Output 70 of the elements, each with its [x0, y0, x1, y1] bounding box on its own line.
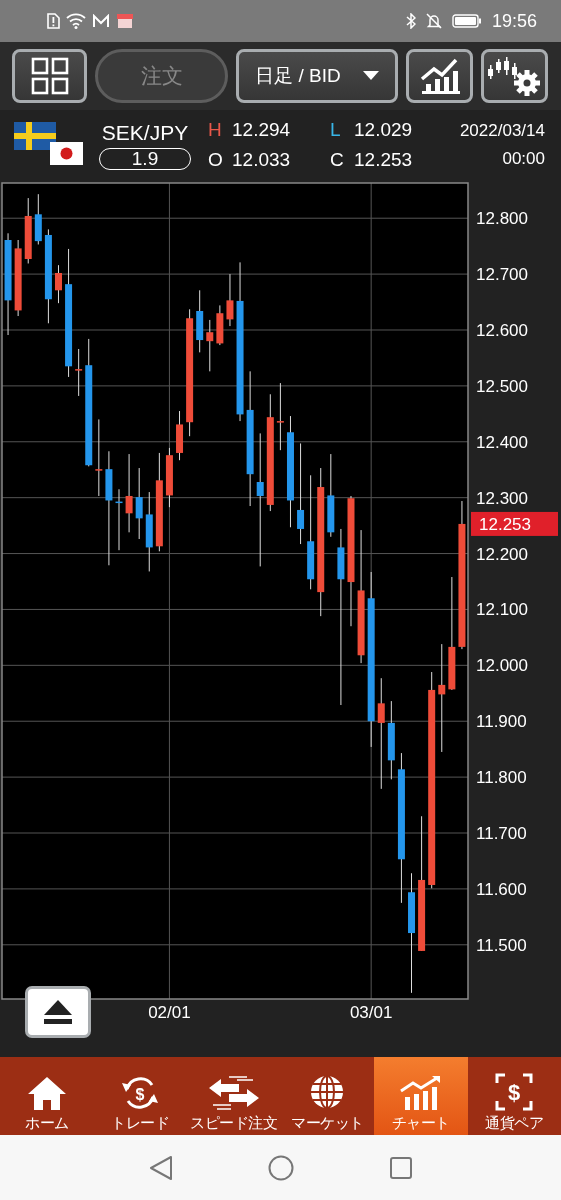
stat-label: O	[208, 149, 222, 171]
clock-text: 19:56	[491, 10, 537, 32]
axis-label: 03/01	[349, 1003, 393, 1022]
candlestick	[34, 193, 42, 245]
chart-settings-button[interactable]	[481, 49, 548, 103]
mail-icon	[92, 14, 110, 28]
stat-label: H	[208, 119, 222, 141]
candlestick	[216, 304, 224, 346]
candlestick	[165, 447, 173, 508]
axis-label: 02/01	[148, 1003, 191, 1022]
candles-gear-icon	[486, 55, 543, 97]
stat-value: 12.253	[354, 149, 413, 171]
chart-type-button[interactable]	[406, 49, 473, 103]
nav-tab[interactable]: $ トレード	[93, 1057, 187, 1135]
eject-icon	[43, 999, 73, 1025]
axis-label: 12.600	[476, 321, 528, 340]
axis-label: 12.400	[476, 432, 528, 452]
candlestick	[115, 488, 123, 551]
nav-tab[interactable]: スピード注文	[187, 1057, 281, 1135]
candlestick	[206, 319, 214, 372]
price-tag-text: 12.253	[479, 515, 531, 535]
bar-chart-trend-icon	[419, 57, 460, 95]
nav-tab[interactable]: ホーム	[0, 1057, 94, 1135]
axis-label: 12.000	[476, 656, 528, 676]
candlestick	[176, 410, 183, 461]
box-icon	[116, 13, 134, 29]
quote-date: 2022/03/14	[459, 121, 545, 141]
back-icon[interactable]	[148, 1154, 173, 1181]
stat-value: 12.029	[354, 119, 413, 141]
axis-label: 12.200	[476, 544, 528, 564]
candlestick	[276, 382, 284, 451]
axis-label: 11.500	[476, 935, 527, 955]
axis-label: 12.500	[476, 376, 528, 396]
stat-value: 12.294	[232, 119, 291, 141]
currency-pair: SEK/JPY	[101, 120, 189, 145]
caret-icon	[362, 71, 379, 81]
axis-label: 11.700	[476, 824, 527, 843]
house-icon	[26, 1075, 67, 1111]
axis-label: 11.800	[476, 768, 527, 788]
candlestick	[55, 264, 62, 304]
bell-muted-icon	[425, 13, 442, 29]
collapse-button[interactable]	[25, 986, 91, 1038]
home-icon[interactable]	[267, 1154, 294, 1181]
axis-label: 12.700	[476, 265, 528, 285]
quote-time: 00:00	[502, 149, 545, 169]
axis-label: 12.800	[476, 209, 528, 229]
nav-tab[interactable]: マーケット	[280, 1057, 374, 1135]
recents-icon[interactable]	[388, 1155, 413, 1180]
alert-icon	[46, 13, 60, 29]
axis-label: 11.600	[476, 879, 527, 899]
stat-value: 12.033	[232, 149, 291, 171]
grid-icon	[30, 57, 69, 95]
bluetooth-icon	[405, 13, 416, 29]
menu-grid-button[interactable]	[12, 49, 87, 103]
axis-label: 12.300	[476, 488, 528, 508]
sweden-japan-flags-icon	[14, 122, 86, 168]
stat-label: C	[330, 149, 344, 171]
candlestick	[196, 289, 204, 353]
candlestick	[24, 197, 32, 264]
bar-chart-trend-icon	[398, 1075, 443, 1111]
timeframe-dropdown[interactable]: 日足 / BID	[236, 49, 398, 103]
axis-label: 11.900	[476, 712, 527, 732]
nav-tab[interactable]: チャート	[374, 1057, 468, 1135]
axis-label: 12.100	[476, 600, 528, 620]
wifi-icon	[66, 13, 86, 29]
stat-label: L	[330, 119, 342, 141]
nav-tab[interactable]: $ 通貨ペア	[467, 1057, 561, 1135]
candlestick	[226, 273, 234, 327]
candlestick	[75, 348, 83, 397]
battery-icon	[451, 14, 482, 28]
